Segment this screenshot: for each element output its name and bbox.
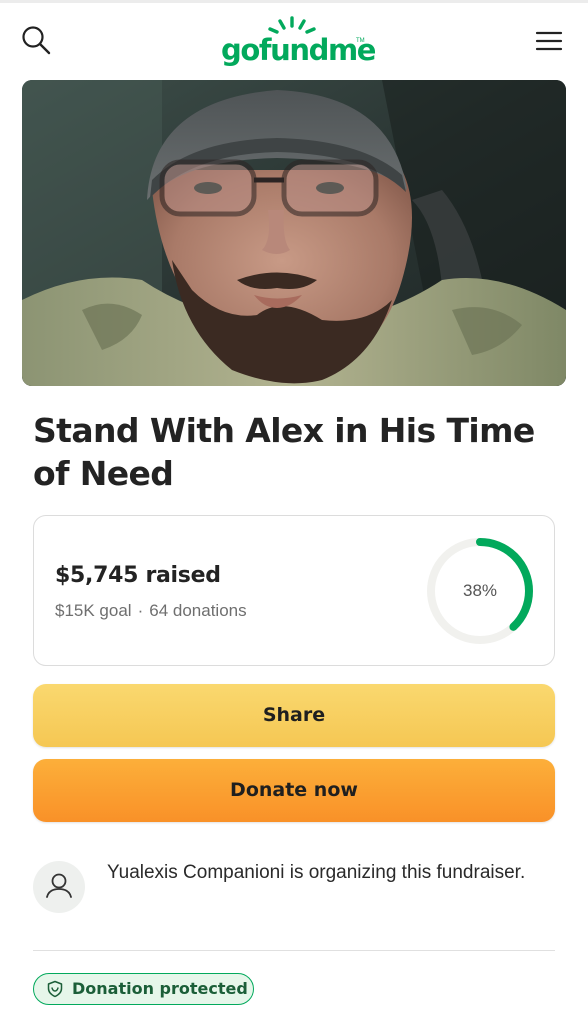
- fundraiser-hero-image: [22, 80, 566, 386]
- logo-trademark: TM: [356, 38, 365, 44]
- hamburger-menu-icon: [535, 31, 563, 51]
- meta-separator: ·: [137, 601, 144, 620]
- amount-raised: $5,745 raised: [55, 563, 221, 588]
- share-button[interactable]: Share: [33, 684, 555, 747]
- donation-protected-badge[interactable]: Donation protected: [33, 973, 254, 1005]
- donation-count: 64 donations: [149, 601, 247, 620]
- shield-icon: [47, 980, 63, 998]
- search-button[interactable]: [20, 24, 54, 58]
- search-icon: [22, 26, 51, 55]
- donation-stats-card: $5,745 raised $15K goal · 64 donations 38%: [33, 515, 555, 666]
- gofundme-logo[interactable]: gofundme TM: [221, 16, 376, 70]
- organizer-avatar[interactable]: [33, 861, 85, 913]
- organizer-statement: Yualexis Companioni is organizing this f…: [107, 862, 526, 883]
- goal-and-donations: $15K goal · 64 donations: [55, 601, 247, 621]
- goal-amount: $15K goal: [55, 601, 132, 620]
- top-navigation-bar: gofundme TM: [0, 0, 588, 80]
- donation-protected-label: Donation protected: [72, 979, 248, 998]
- logo-wordmark: gofundme: [221, 33, 376, 67]
- donate-now-button[interactable]: Donate now: [33, 759, 555, 822]
- progress-percent: 38%: [462, 581, 498, 600]
- menu-button[interactable]: [534, 26, 564, 56]
- section-divider: [33, 950, 555, 951]
- fundraiser-title: Stand With Alex in His Time of Need: [33, 411, 535, 493]
- user-icon: [46, 873, 72, 898]
